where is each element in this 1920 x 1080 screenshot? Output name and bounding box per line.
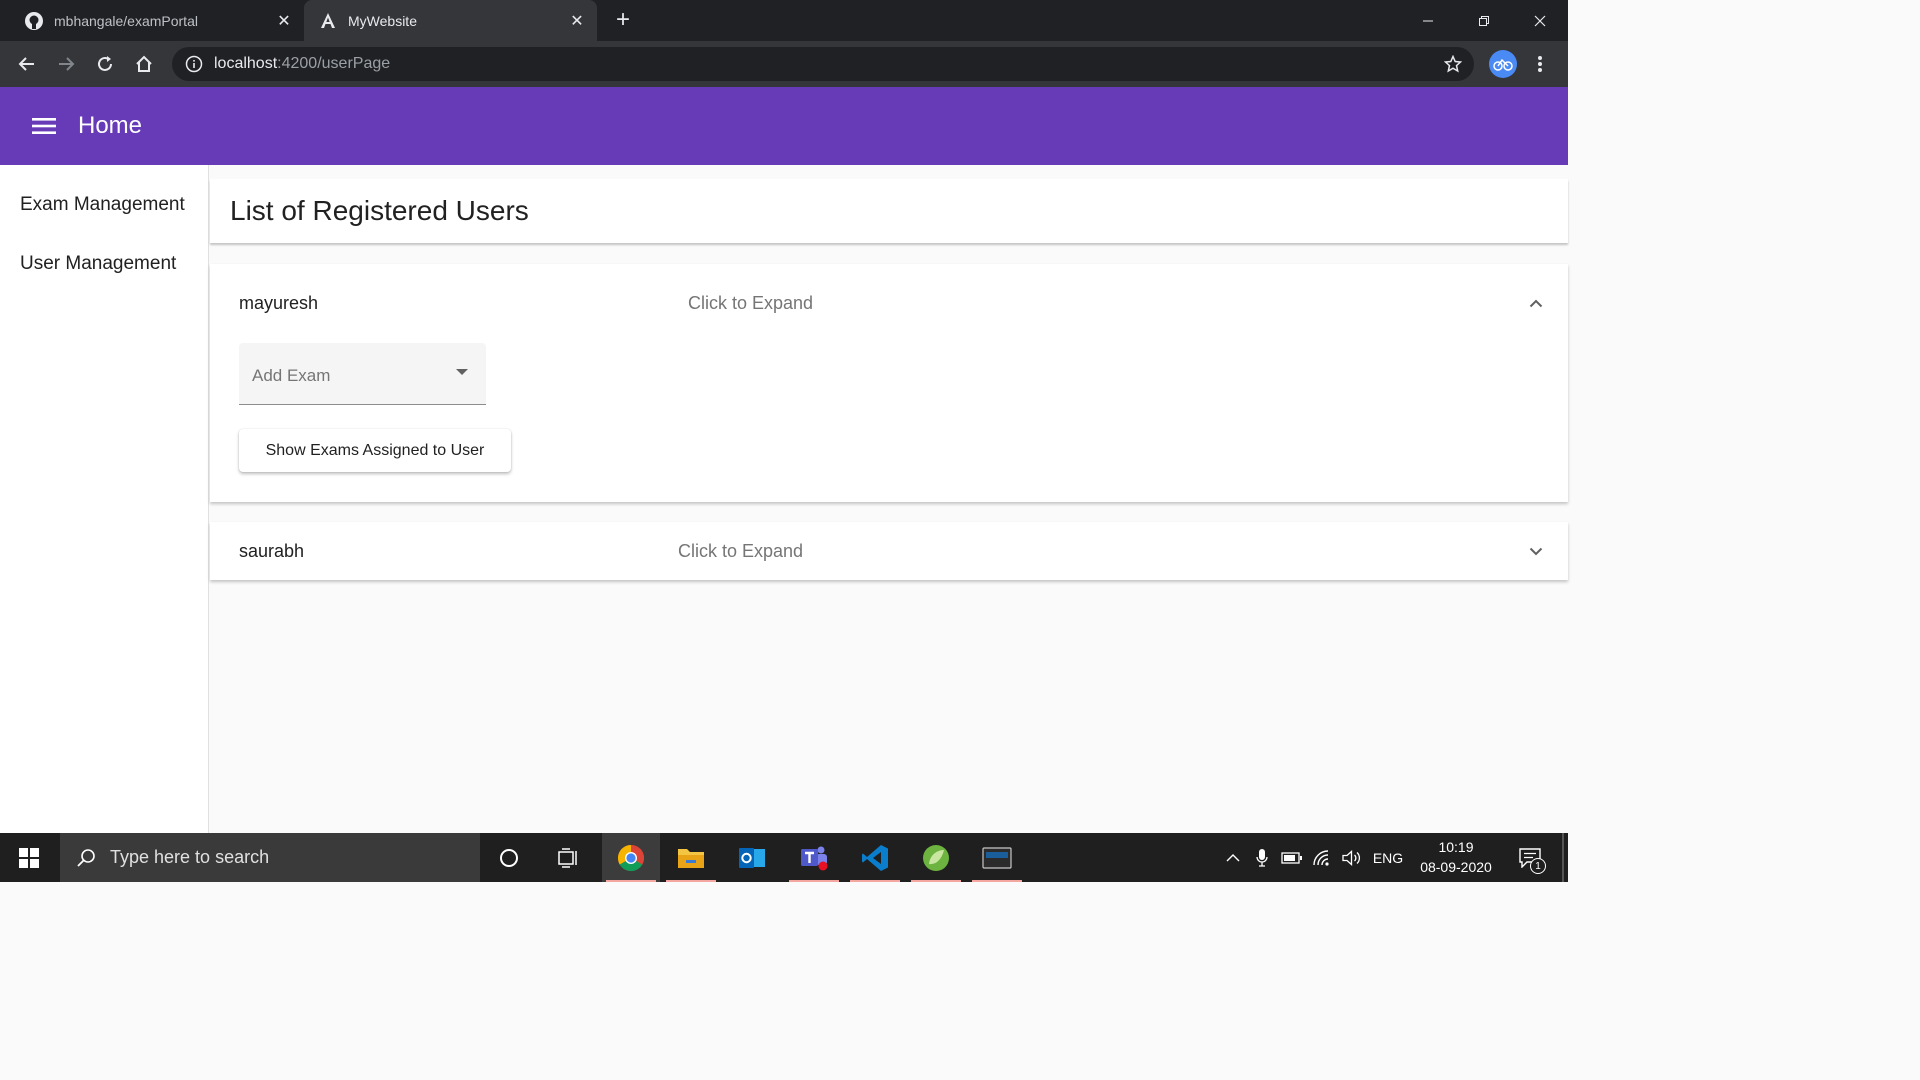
- minimize-icon[interactable]: [1400, 0, 1456, 41]
- back-arrow-icon[interactable]: [12, 49, 42, 79]
- browser-tab-github[interactable]: mbhangale/examPortal ✕: [8, 0, 304, 41]
- restore-icon[interactable]: [1456, 0, 1512, 41]
- file-explorer-icon[interactable]: [662, 833, 720, 882]
- microphone-icon[interactable]: [1252, 833, 1272, 882]
- chevron-up-icon[interactable]: [1220, 833, 1246, 882]
- app-title: Home: [78, 112, 143, 139]
- profile-avatar[interactable]: [1489, 50, 1517, 78]
- panel-header[interactable]: mayuresh Click to Expand: [210, 264, 1568, 342]
- home-icon[interactable]: [129, 49, 159, 79]
- select-placeholder: Add Exam: [252, 366, 331, 385]
- clock-time: 10:19: [1438, 839, 1474, 855]
- browser-tab-strip: mbhangale/examPortal ✕ MyWebsite ✕ +: [0, 0, 1568, 41]
- address-bar[interactable]: localhost:4200/userPage: [172, 47, 1474, 81]
- sidebar: Exam Management User Management: [0, 165, 209, 833]
- input-language[interactable]: ENG: [1370, 833, 1406, 882]
- reload-icon[interactable]: [90, 49, 120, 79]
- chevron-up-icon[interactable]: [1524, 291, 1548, 315]
- notification-count-badge: 1: [1530, 858, 1546, 874]
- system-clock[interactable]: 10:19 08-09-2020: [1410, 837, 1502, 877]
- active-indicator: [972, 880, 1022, 882]
- active-indicator: [789, 880, 839, 882]
- clock-date: 08-09-2020: [1420, 859, 1492, 875]
- expand-hint: Click to Expand: [678, 540, 804, 561]
- angular-icon: [318, 11, 338, 31]
- mysql-workbench-icon[interactable]: [968, 833, 1026, 882]
- main-content: List of Registered Users mayuresh Click …: [209, 165, 1568, 833]
- browser-menu-icon[interactable]: [1530, 50, 1550, 78]
- info-icon[interactable]: [184, 54, 204, 74]
- dropdown-arrow-icon: [456, 369, 468, 375]
- taskbar: Type here to search ENG 10:19 08-09-2020…: [0, 833, 1568, 882]
- tab-title: MyWebsite: [348, 12, 417, 29]
- new-tab-icon[interactable]: +: [610, 8, 636, 34]
- hamburger-menu-icon[interactable]: [24, 106, 64, 146]
- page-title: List of Registered Users: [230, 195, 529, 226]
- url-text: localhost:4200/userPage: [214, 55, 390, 73]
- tab-title: mbhangale/examPortal: [54, 12, 198, 29]
- url-host: localhost: [214, 55, 278, 72]
- cortana-icon[interactable]: [480, 833, 538, 882]
- teams-icon[interactable]: [785, 833, 843, 882]
- vscode-icon[interactable]: [846, 833, 904, 882]
- user-expansion-panel: saurabh Click to Expand: [210, 522, 1568, 580]
- notification-center-icon[interactable]: 1: [1510, 833, 1550, 882]
- add-exam-select[interactable]: Add Exam: [239, 343, 486, 405]
- github-icon: [24, 11, 44, 31]
- wifi-icon[interactable]: [1310, 833, 1334, 882]
- bookmark-star-icon[interactable]: [1442, 53, 1464, 75]
- chevron-down-icon[interactable]: [1524, 539, 1548, 563]
- active-indicator: [850, 880, 900, 882]
- battery-icon[interactable]: [1280, 833, 1304, 882]
- user-name: saurabh: [239, 540, 305, 561]
- panel-header[interactable]: saurabh Click to Expand: [210, 522, 1568, 580]
- task-view-icon[interactable]: [540, 833, 598, 882]
- active-indicator: [911, 880, 961, 882]
- forward-arrow-icon[interactable]: [51, 49, 81, 79]
- taskbar-search[interactable]: Type here to search: [60, 833, 480, 882]
- search-icon: [74, 846, 98, 870]
- close-tab-icon[interactable]: ✕: [272, 9, 296, 33]
- sidebar-item-user-management[interactable]: User Management: [0, 234, 208, 293]
- browser-toolbar: localhost:4200/userPage: [0, 41, 1568, 87]
- expand-hint: Click to Expand: [688, 292, 814, 313]
- chrome-taskbar-icon[interactable]: [602, 833, 660, 882]
- page-title-card: List of Registered Users: [210, 179, 1568, 243]
- search-placeholder: Type here to search: [110, 847, 270, 867]
- windows-start-icon[interactable]: [0, 833, 58, 882]
- user-name: mayuresh: [239, 292, 319, 313]
- sidebar-item-exam-management[interactable]: Exam Management: [0, 175, 208, 234]
- user-expansion-panel: mayuresh Click to Expand Add Exam Show E…: [210, 264, 1568, 502]
- window-close-icon[interactable]: [1512, 0, 1568, 41]
- close-tab-icon[interactable]: ✕: [565, 9, 589, 33]
- volume-icon[interactable]: [1340, 833, 1364, 882]
- outlook-icon[interactable]: [723, 833, 781, 882]
- show-desktop-button[interactable]: [1562, 833, 1564, 882]
- active-indicator: [666, 880, 716, 882]
- show-exams-button[interactable]: Show Exams Assigned to User: [239, 429, 511, 472]
- app-header: Home: [0, 87, 1568, 165]
- browser-tab-mywebsite[interactable]: MyWebsite ✕: [304, 0, 597, 41]
- url-path: :4200/userPage: [277, 55, 391, 72]
- spring-tool-icon[interactable]: [907, 833, 965, 882]
- active-indicator: [606, 880, 656, 882]
